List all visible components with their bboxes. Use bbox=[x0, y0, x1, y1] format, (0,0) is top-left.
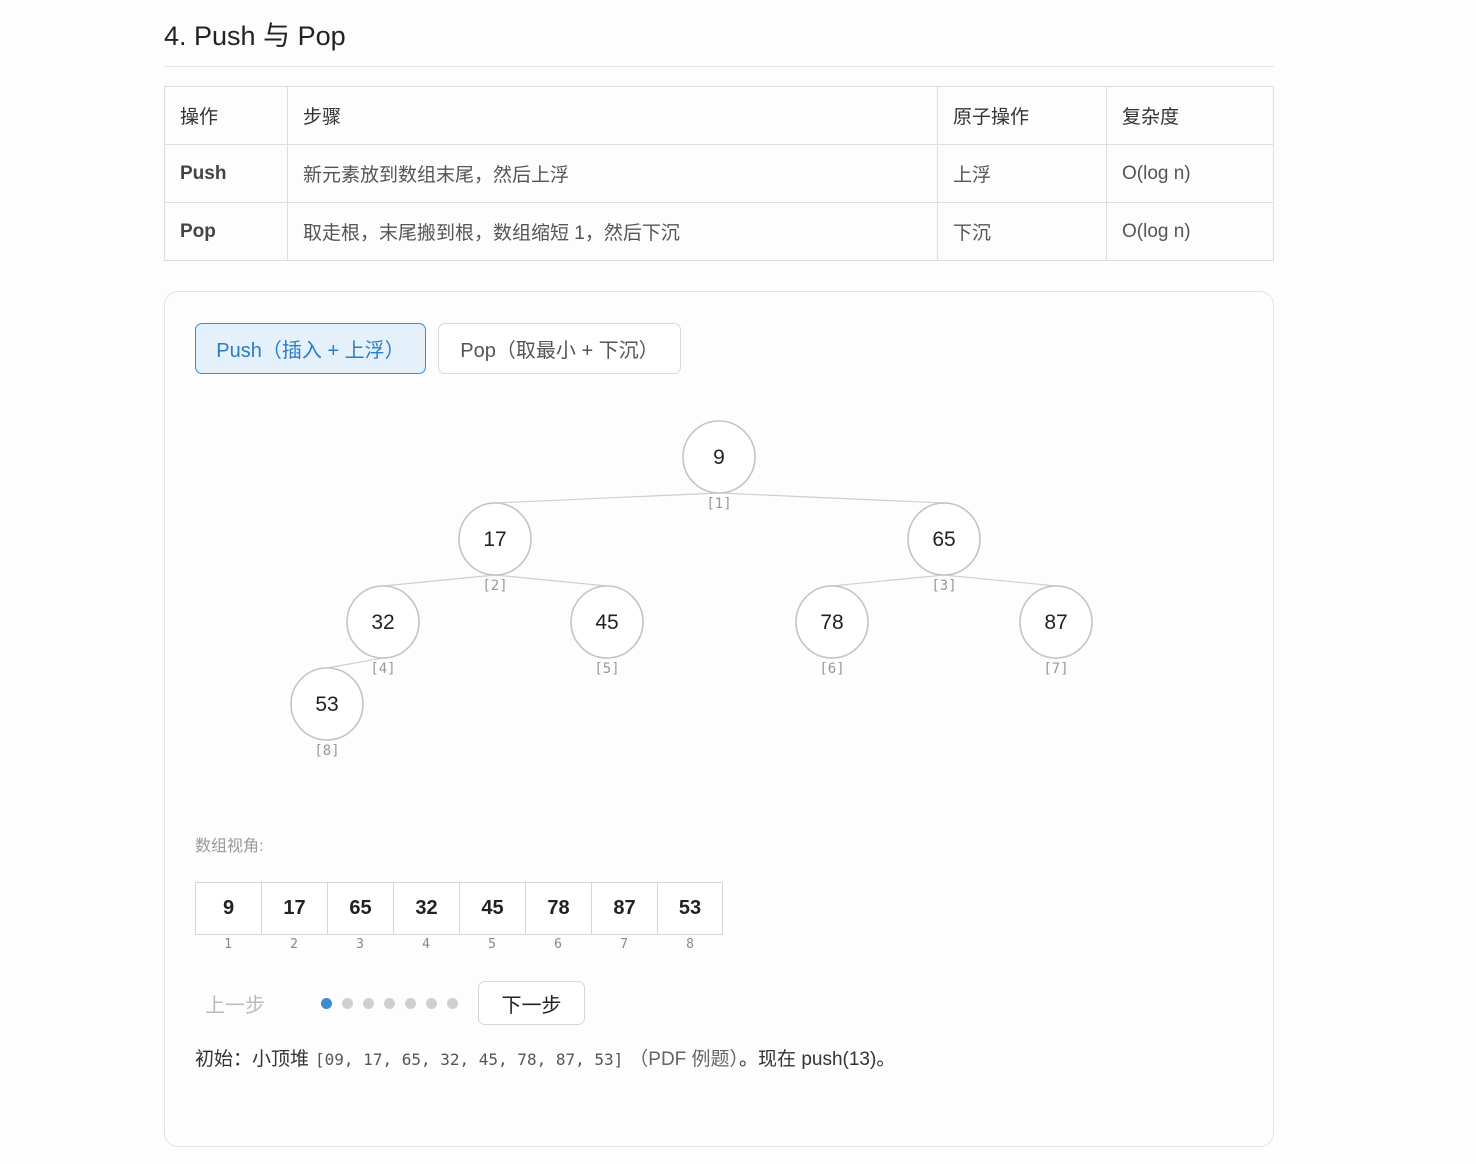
table-cell-steps: 取走根，末尾搬到根，数组缩短 1，然后下沉 bbox=[287, 202, 938, 261]
array-cell: 17 2 bbox=[261, 882, 327, 952]
tree-node-index: [6] bbox=[819, 661, 844, 677]
tree-node-value: 87 bbox=[1044, 611, 1067, 634]
table-cell-operation: Push bbox=[164, 144, 288, 203]
array-cell-index: 4 bbox=[422, 937, 430, 952]
tree-node: 87 [7] bbox=[1019, 585, 1093, 677]
heading-divider bbox=[164, 66, 1274, 67]
tree-node-index: [7] bbox=[1043, 661, 1068, 677]
array-cell-index: 7 bbox=[620, 937, 628, 952]
array-cell-index: 8 bbox=[686, 937, 694, 952]
array-cell-value: 78 bbox=[525, 882, 591, 935]
table-header-row: 操作 步骤 原子操作 复杂度 bbox=[164, 86, 1274, 145]
array-cell-index: 1 bbox=[224, 937, 232, 952]
tree-node-index: [5] bbox=[594, 661, 619, 677]
step-dot[interactable] bbox=[405, 998, 416, 1009]
tree-node: 45 [5] bbox=[570, 585, 644, 677]
table-cell-operation: Pop bbox=[164, 202, 288, 261]
array-cell-value: 53 bbox=[657, 882, 723, 935]
array-cell-index: 2 bbox=[290, 937, 298, 952]
array-cell-index: 5 bbox=[488, 937, 496, 952]
tree-edge bbox=[494, 492, 720, 504]
step-dot[interactable] bbox=[426, 998, 437, 1009]
heap-tree: 9 [1] 17 [2] 65 [3] 32 [4] 45 [5] 78 [6] 87 [7] 53 [8] bbox=[290, 420, 1093, 759]
table-header-cell: 操作 bbox=[164, 86, 288, 145]
section-heading: 4. Push 与 Pop bbox=[164, 21, 346, 51]
array-cell: 53 8 bbox=[657, 882, 723, 952]
array-cell-value: 17 bbox=[261, 882, 327, 935]
tree-edge bbox=[718, 492, 945, 504]
tree-node: 32 [4] bbox=[346, 585, 420, 677]
array-view: 9 1 17 2 65 3 32 4 45 5 78 6 87 7 53 8 bbox=[195, 882, 723, 952]
step-dot[interactable] bbox=[363, 998, 374, 1009]
step-indicator bbox=[321, 998, 468, 1009]
caption-source: （PDF 例题） bbox=[629, 1049, 740, 1070]
tree-node: 53 [8] bbox=[290, 667, 364, 759]
step-dot[interactable] bbox=[321, 998, 332, 1009]
table-cell-atomic: 下沉 bbox=[937, 202, 1107, 261]
array-cell: 91 bbox=[195, 882, 261, 952]
tree-edge bbox=[831, 574, 945, 587]
step-dot[interactable] bbox=[384, 998, 395, 1009]
array-cell-value: 9 bbox=[195, 882, 261, 935]
table-row: Push 新元素放到数组末尾，然后上浮 上浮 O(log n) bbox=[164, 144, 1274, 203]
array-cell: 87 7 bbox=[591, 882, 657, 952]
array-cell: 45 5 bbox=[459, 882, 525, 952]
tree-edge bbox=[494, 574, 608, 587]
tree-node: 65 [3] bbox=[907, 502, 981, 594]
page: 4. Push 与 Pop 操作 步骤 原子操作 复杂度 Push 新元素放到数… bbox=[0, 0, 1476, 1164]
tree-node: 17 [2] bbox=[458, 502, 532, 594]
array-cell: 32 4 bbox=[393, 882, 459, 952]
tree-edge bbox=[382, 574, 496, 587]
array-cell-value: 32 bbox=[393, 882, 459, 935]
array-cell: 65 3 bbox=[327, 882, 393, 952]
operations-table: 操作 步骤 原子操作 复杂度 Push 新元素放到数组末尾，然后上浮 上浮 O(… bbox=[164, 86, 1274, 261]
tree-node-index: [3] bbox=[931, 578, 956, 594]
table-cell-steps: 新元素放到数组末尾，然后上浮 bbox=[287, 144, 938, 203]
array-cell-index: 6 bbox=[554, 937, 562, 952]
tree-node-value: 17 bbox=[483, 528, 506, 551]
table-cell-complexity: O(log n) bbox=[1106, 202, 1274, 261]
tree-node-value: 53 bbox=[315, 693, 338, 716]
tree-node-value: 78 bbox=[820, 611, 843, 634]
prev-step-button[interactable]: 上一步 bbox=[205, 980, 295, 1026]
tree-node-index: [2] bbox=[482, 578, 507, 594]
tree-node-value: 32 bbox=[371, 611, 394, 634]
step-caption: 初始：小顶堆 [09, 17, 65, 32, 45, 78, 87, 53] （P… bbox=[195, 1044, 895, 1071]
array-cell-value: 45 bbox=[459, 882, 525, 935]
tree-node-value: 9 bbox=[713, 446, 725, 469]
table-cell-atomic: 上浮 bbox=[937, 144, 1107, 203]
array-view-label: 数组视角: bbox=[195, 838, 264, 855]
tree-node: 9 [1] bbox=[682, 420, 756, 512]
array-cell-value: 87 bbox=[591, 882, 657, 935]
tree-node-index: [1] bbox=[706, 496, 731, 512]
step-dot[interactable] bbox=[342, 998, 353, 1009]
array-cell: 78 6 bbox=[525, 882, 591, 952]
table-header-cell: 原子操作 bbox=[937, 86, 1107, 145]
next-step-button[interactable]: 下一步 bbox=[478, 981, 585, 1025]
caption-array-code: [09, 17, 65, 32, 45, 78, 87, 53] bbox=[315, 1050, 624, 1069]
caption-suffix: 。现在 push(13)。 bbox=[739, 1049, 896, 1070]
caption-prefix: 初始：小顶堆 bbox=[195, 1049, 310, 1070]
tree-node-value: 45 bbox=[595, 611, 618, 634]
array-cell-value: 65 bbox=[327, 882, 393, 935]
table-cell-complexity: O(log n) bbox=[1106, 144, 1274, 203]
tree-node-index: [4] bbox=[370, 661, 395, 677]
array-cell-index: 3 bbox=[356, 937, 364, 952]
table-header-cell: 步骤 bbox=[287, 86, 938, 145]
tree-node-index: [8] bbox=[314, 743, 339, 759]
step-dot[interactable] bbox=[447, 998, 458, 1009]
table-row: Pop 取走根，末尾搬到根，数组缩短 1，然后下沉 下沉 O(log n) bbox=[164, 202, 1274, 261]
heap-demo-card: Push（插入 + 上浮） Pop（取最小 + 下沉） 9 [1] 17 [2] 65[… bbox=[164, 291, 1274, 1147]
tree-edge bbox=[943, 574, 1057, 587]
table-header-cell: 复杂度 bbox=[1106, 86, 1274, 145]
tree-node-value: 65 bbox=[932, 528, 955, 551]
tree-node: 78 [6] bbox=[795, 585, 869, 677]
